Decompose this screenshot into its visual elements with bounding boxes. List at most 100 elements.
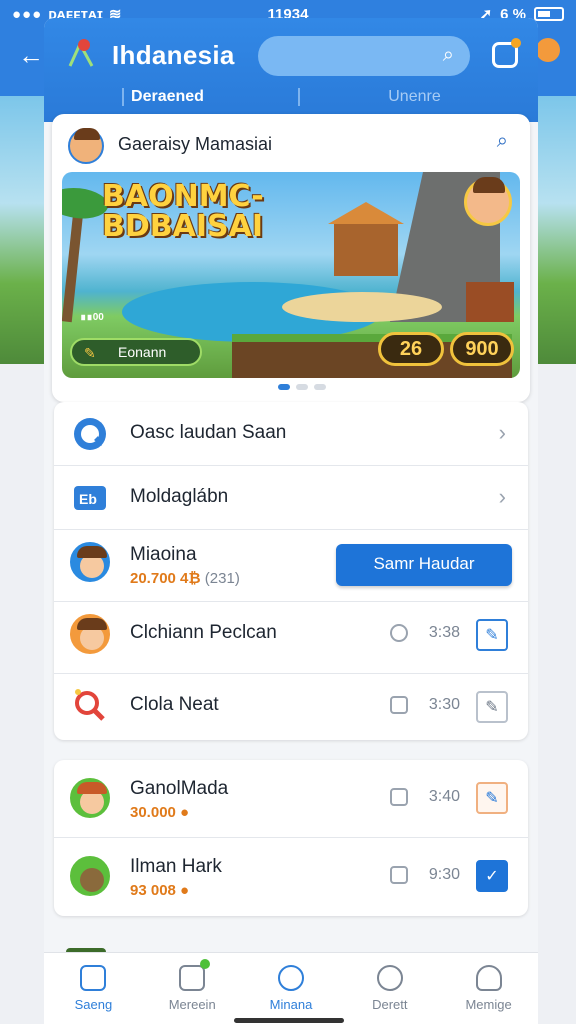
list-item[interactable]: Oasc laudan Saan ›: [54, 402, 528, 466]
svg-text:Eb: Eb: [79, 491, 97, 507]
list-item-label: Clchiann Peclcan: [130, 622, 277, 643]
nav-messages[interactable]: Mereein: [143, 953, 242, 1024]
search-icon: ⌕: [442, 44, 454, 66]
chat-icon: [74, 418, 106, 450]
nav-favorites[interactable]: Derett: [340, 953, 439, 1024]
nav-home[interactable]: Saeng: [44, 953, 143, 1024]
notification-dot: [511, 38, 521, 48]
game-banner[interactable]: BAONMC- BDBAISAI ∎∎00 ✎ Eonann 26 900: [62, 172, 520, 378]
app-logo-icon: [68, 39, 94, 67]
featured-card: Gaeraisy Mamasiai ⌕ BAONMC- BDBAISAI ∎∎0…: [52, 114, 530, 402]
carousel-dot[interactable]: [314, 384, 326, 390]
list-item-time: 3:38: [428, 624, 460, 641]
search-input[interactable]: ⌕: [258, 36, 470, 76]
confirm-button[interactable]: ✓: [476, 860, 508, 892]
amount-extra: (231): [204, 570, 240, 587]
nav-profile[interactable]: Memige: [439, 953, 538, 1024]
list-item-label: Moldaglábn: [130, 486, 229, 507]
list-item[interactable]: GanolMada 30.000 ● 3:40 ✎: [54, 760, 528, 838]
banner-mini-text: ∎∎00: [80, 312, 104, 323]
list-item[interactable]: Miaoina 20.700 4₿ (231) Samr Haudar: [54, 530, 528, 602]
app-header: Ihdanesia ⌕ Deraened Unenre: [44, 18, 538, 122]
nav-label: Memige: [465, 997, 512, 1012]
avatar-hat: [77, 546, 107, 558]
carousel-dot[interactable]: [278, 384, 290, 390]
notifications-button[interactable]: [492, 38, 521, 68]
edit-button[interactable]: ✎: [476, 782, 508, 814]
banner-hut: [466, 282, 514, 322]
featured-card-header: Gaeraisy Mamasiai ⌕: [52, 114, 530, 172]
carousel-dot[interactable]: [296, 384, 308, 390]
banner-badge-label: Eonann: [118, 344, 167, 360]
list-item-time: 3:40: [428, 788, 460, 805]
user-icon: [475, 965, 502, 991]
checkbox-icon[interactable]: [390, 788, 408, 806]
nav-timer[interactable]: Minana: [242, 953, 341, 1024]
nav-badge: [200, 959, 211, 969]
banner-hut: [334, 222, 398, 276]
checkbox-icon[interactable]: [390, 696, 408, 714]
chevron-right-icon: ›: [498, 484, 506, 509]
primary-action-button[interactable]: Samr Haudar: [336, 544, 512, 586]
battery-icon: [534, 7, 564, 21]
list-item-label: Oasc laudan Saan: [130, 422, 287, 443]
list-item-time: 9:30: [428, 866, 460, 883]
avatar-face: [80, 868, 104, 892]
avatar: [70, 778, 110, 818]
avatar[interactable]: [68, 128, 104, 164]
coin-counter-small: 26: [378, 332, 444, 366]
app-sheet: Ihdanesia ⌕ Deraened Unenre Gaeraisy Mam…: [44, 18, 538, 1024]
bottom-nav: Saeng Mereein Minana Derett Memige: [44, 952, 538, 1024]
list-item-label: Ilman Hark: [130, 856, 222, 877]
avatar: [70, 614, 110, 654]
edit-icon: [179, 965, 206, 991]
menu-list: Oasc laudan Saan › Eb Moldaglábn › Miaoi…: [54, 402, 528, 740]
home-icon: [80, 965, 107, 991]
app-title: Ihdanesia: [112, 40, 235, 70]
edit-button[interactable]: ✎: [476, 691, 508, 723]
avatar: [70, 542, 110, 582]
banner-character-avatar: [464, 177, 512, 226]
nav-label: Minana: [269, 997, 313, 1012]
search-icon[interactable]: ⌕: [497, 130, 508, 153]
list-item-label: Miaoina: [130, 544, 197, 565]
amount-value: 20.700 4₿: [130, 570, 201, 587]
clock-icon: [390, 624, 408, 642]
avatar: [70, 856, 110, 896]
coin-small-value: 26: [399, 338, 423, 360]
search-icon: [75, 689, 105, 721]
background-avatar-icon: [536, 38, 560, 62]
bot-icon: Eb: [74, 486, 106, 510]
nav-label: Mereein: [168, 997, 216, 1012]
list-item-time: 3:30: [428, 696, 460, 713]
coin-large-value: 900: [465, 338, 499, 360]
banner-beach: [282, 292, 442, 322]
list-item[interactable]: Ilman Hark 93 008 ● 9:30 ✓: [54, 838, 528, 916]
checkbox-icon[interactable]: [390, 866, 408, 884]
home-indicator[interactable]: [234, 1018, 344, 1023]
back-arrow-icon[interactable]: ←: [18, 40, 44, 71]
heart-icon: [376, 965, 403, 991]
leaf-icon: ✎: [84, 345, 96, 361]
carousel-indicator: [278, 384, 326, 390]
banner-palm-tree: [62, 201, 85, 323]
nav-label: Derett: [372, 997, 408, 1012]
list-item[interactable]: Eb Moldaglábn ›: [54, 466, 528, 530]
list-item-amount: 93 008 ●: [130, 882, 190, 899]
chevron-right-icon: ›: [498, 420, 506, 445]
banner-badge[interactable]: ✎ Eonann: [70, 338, 202, 366]
clock-icon: [277, 965, 304, 991]
featured-title: Gaeraisy Mamasiai: [118, 134, 273, 154]
avatar-hat: [77, 618, 107, 630]
list-item-label: Clola Neat: [130, 694, 219, 715]
list-item[interactable]: Clola Neat 3:30 ✎: [54, 674, 528, 740]
leaderboard-list: GanolMada 30.000 ● 3:40 ✎ Ilman Hark 93 …: [54, 760, 528, 916]
signal-icon: ●●●: [12, 5, 43, 23]
list-item-amount: 30.000 ●: [130, 804, 190, 821]
list-item-amount: 20.700 4₿ (231): [130, 570, 240, 587]
list-item[interactable]: Clchiann Peclcan 3:38 ✎: [54, 602, 528, 674]
edit-button[interactable]: ✎: [476, 619, 508, 651]
list-item-label: GanolMada: [130, 778, 229, 799]
banner-title: BAONMC- BDBAISAI: [102, 179, 264, 244]
coin-counter-large: 900: [450, 332, 514, 366]
